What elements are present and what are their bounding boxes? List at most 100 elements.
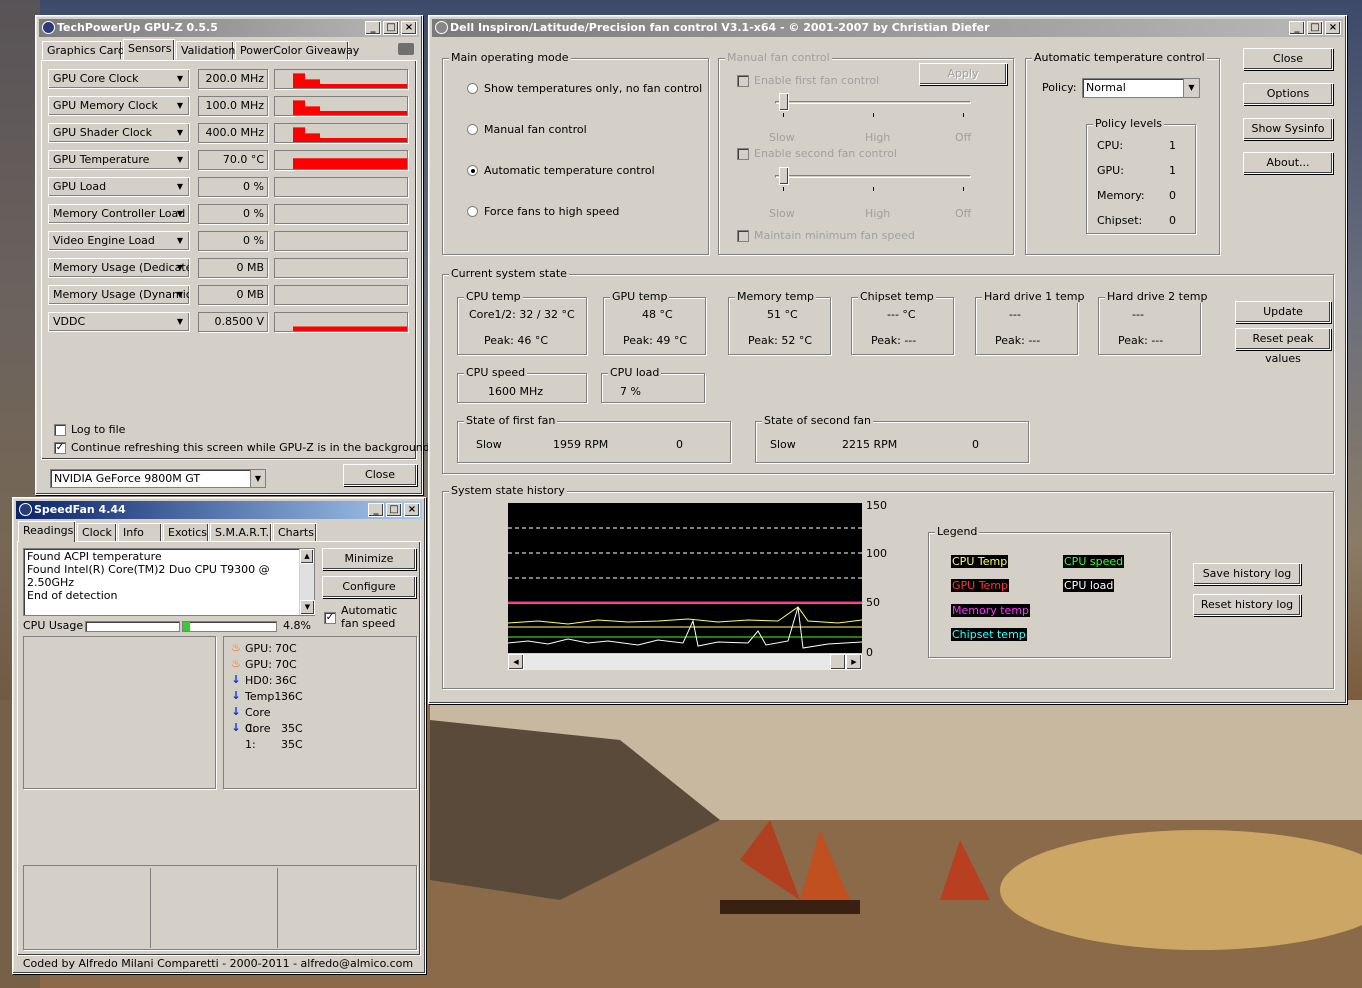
sensor-name[interactable]: GPU Memory Clock ▼ bbox=[48, 96, 190, 116]
auto-temp-label: Automatic temperature control bbox=[1032, 51, 1207, 64]
maximize-icon[interactable]: □ bbox=[1307, 21, 1323, 35]
sensor-row: GPU Core Clock ▼ 200.0 MHz bbox=[48, 69, 420, 89]
legend-item: Memory temp bbox=[951, 604, 1031, 617]
tab-info[interactable]: Info bbox=[118, 523, 162, 541]
apply-button[interactable]: Apply bbox=[919, 63, 1007, 85]
scroll-up-icon[interactable]: ▲ bbox=[300, 549, 314, 564]
auto-fan-speed-checkbox[interactable]: ✓ bbox=[324, 612, 336, 624]
chevron-down-icon[interactable]: ▼ bbox=[177, 151, 183, 169]
sensor-name[interactable]: GPU Shader Clock ▼ bbox=[48, 123, 190, 143]
maximize-icon[interactable]: □ bbox=[386, 503, 402, 517]
update-button[interactable]: Update bbox=[1235, 301, 1331, 323]
detection-log[interactable]: Found ACPI temperature Found Intel(R) Cor… bbox=[23, 548, 315, 616]
speedfan-title: SpeedFan 4.44 bbox=[34, 503, 126, 516]
sensor-name-text: GPU Shader Clock bbox=[53, 126, 153, 139]
speedfan-window: SpeedFan 4.44 _ □ × Readings Clock Info … bbox=[12, 497, 426, 974]
minimize-icon[interactable]: _ bbox=[1289, 21, 1305, 35]
reset-history-button[interactable]: Reset history log bbox=[1193, 594, 1301, 616]
sensor-name[interactable]: GPU Temperature ▼ bbox=[48, 150, 190, 170]
sensor-name[interactable]: Memory Controller Load ▼ bbox=[48, 204, 190, 224]
chevron-down-icon[interactable]: ▼ bbox=[177, 178, 183, 196]
enable-second-fan-checkbox[interactable] bbox=[737, 148, 749, 160]
tab-validation[interactable]: Validation bbox=[176, 41, 235, 59]
cpu-speed-value: 1600 MHz bbox=[488, 385, 544, 398]
chevron-down-icon[interactable]: ▼ bbox=[177, 313, 183, 331]
log-to-file-checkbox[interactable] bbox=[54, 424, 66, 436]
sensor-row: Memory Usage (Dedicated) ▼ 0 MB bbox=[48, 258, 420, 278]
speedfan-titlebar[interactable]: SpeedFan 4.44 _ □ × bbox=[16, 501, 422, 519]
options-button[interactable]: Options bbox=[1243, 83, 1333, 105]
log-scrollbar[interactable]: ▲ ▼ bbox=[299, 549, 315, 615]
minimize-icon[interactable]: _ bbox=[368, 503, 384, 517]
scroll-down-icon[interactable]: ▼ bbox=[300, 600, 315, 615]
mode-option-label: Force fans to high speed bbox=[484, 205, 620, 218]
close-icon[interactable]: × bbox=[404, 503, 420, 517]
tab-charts[interactable]: Charts bbox=[273, 523, 317, 541]
minimize-icon[interactable]: _ bbox=[365, 21, 381, 35]
dellfan-titlebar[interactable]: Dell Inspiron/Latitude/Precision fan con… bbox=[432, 19, 1343, 37]
sensor-name[interactable]: GPU Load ▼ bbox=[48, 177, 190, 197]
sensor-value: 400.0 MHz bbox=[198, 123, 268, 143]
about-button[interactable]: About... bbox=[1243, 152, 1333, 174]
chevron-down-icon[interactable]: ▼ bbox=[177, 286, 183, 304]
sensor-row: GPU Memory Clock ▼ 100.0 MHz bbox=[48, 96, 420, 116]
sensor-name[interactable]: Memory Usage (Dynamic) ▼ bbox=[48, 285, 190, 305]
close-button[interactable]: Close bbox=[1243, 48, 1333, 70]
chevron-down-icon[interactable]: ▼ bbox=[1183, 79, 1199, 97]
temp-peak: Peak: 49 °C bbox=[623, 334, 687, 347]
mode-radio[interactable] bbox=[467, 124, 478, 135]
tab-powercolor-giveaway[interactable]: PowerColor Giveaway bbox=[235, 41, 359, 59]
mode-radio[interactable] bbox=[467, 83, 478, 94]
save-history-button[interactable]: Save history log bbox=[1193, 563, 1301, 585]
mode-radio[interactable] bbox=[467, 206, 478, 217]
sensor-graph bbox=[274, 69, 408, 89]
reset-peak-button[interactable]: Reset peak values bbox=[1235, 328, 1331, 365]
chevron-down-icon[interactable]: ▼ bbox=[177, 70, 183, 88]
second-high-tick: High bbox=[865, 207, 891, 220]
history-scrollbar[interactable]: ◀ ▶ bbox=[508, 654, 862, 670]
sensor-name[interactable]: VDDC ▼ bbox=[48, 312, 190, 332]
slider-thumb[interactable] bbox=[779, 93, 789, 111]
enable-first-fan-checkbox[interactable] bbox=[737, 75, 749, 87]
close-icon[interactable]: × bbox=[401, 21, 417, 35]
slider-thumb[interactable] bbox=[779, 167, 789, 185]
gpuz-close-button[interactable]: Close bbox=[343, 464, 417, 486]
second-fan-slider[interactable] bbox=[775, 167, 971, 193]
scroll-right-icon[interactable]: ▶ bbox=[846, 654, 862, 670]
close-icon[interactable]: × bbox=[1325, 21, 1341, 35]
camera-icon[interactable] bbox=[398, 43, 414, 55]
minimize-button[interactable]: Minimize bbox=[322, 548, 416, 570]
configure-button[interactable]: Configure bbox=[322, 576, 416, 598]
tab-readings[interactable]: Readings bbox=[18, 521, 76, 542]
sensor-name[interactable]: Memory Usage (Dedicated) ▼ bbox=[48, 258, 190, 278]
gpu-select[interactable]: NVIDIA GeForce 9800M GT ▼ bbox=[50, 469, 266, 488]
chevron-down-icon[interactable]: ▼ bbox=[177, 124, 183, 142]
chevron-down-icon[interactable]: ▼ bbox=[177, 97, 183, 115]
tab-sensors[interactable]: Sensors bbox=[123, 39, 175, 60]
continue-refresh-label: Continue refreshing this screen while GP… bbox=[71, 441, 430, 454]
tab-exotics[interactable]: Exotics bbox=[163, 523, 209, 541]
tab-smart[interactable]: S.M.A.R.T. bbox=[210, 523, 272, 541]
scroll-left-icon[interactable]: ◀ bbox=[508, 654, 524, 670]
sensor-name[interactable]: Video Engine Load ▼ bbox=[48, 231, 190, 251]
tab-graphics-card[interactable]: Graphics Card bbox=[42, 41, 125, 59]
scroll-thumb[interactable] bbox=[830, 654, 846, 670]
tab-clock[interactable]: Clock bbox=[77, 523, 117, 541]
gpuz-titlebar[interactable]: TechPowerUp GPU-Z 0.5.5 _ □ × bbox=[39, 19, 419, 37]
maintain-min-speed-checkbox[interactable] bbox=[737, 230, 749, 242]
continue-refresh-checkbox[interactable]: ✓ bbox=[54, 442, 66, 454]
show-sysinfo-button[interactable]: Show Sysinfo bbox=[1243, 118, 1333, 140]
mode-radio[interactable] bbox=[467, 165, 478, 176]
first-fan-slider[interactable] bbox=[775, 93, 971, 119]
policy-select[interactable]: Normal ▼ bbox=[1082, 78, 1200, 98]
down-arrow-icon: ↓ bbox=[231, 705, 241, 718]
chevron-down-icon[interactable]: ▼ bbox=[177, 205, 183, 223]
maximize-icon[interactable]: □ bbox=[383, 21, 399, 35]
sensor-name[interactable]: GPU Core Clock ▼ bbox=[48, 69, 190, 89]
chevron-down-icon[interactable]: ▼ bbox=[177, 232, 183, 250]
chevron-down-icon[interactable]: ▼ bbox=[250, 470, 265, 487]
temp-box: Hard drive 1 temp --- Peak: --- bbox=[975, 290, 1087, 355]
policy-level-name: CPU: bbox=[1097, 139, 1124, 152]
y-tick-150: 150 bbox=[866, 499, 887, 512]
chevron-down-icon[interactable]: ▼ bbox=[177, 259, 183, 277]
